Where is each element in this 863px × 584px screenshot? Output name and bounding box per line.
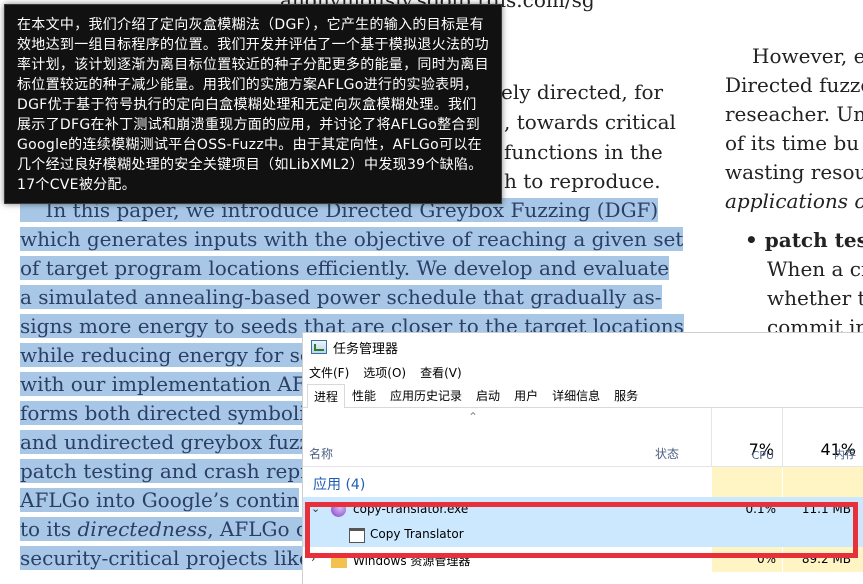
tab-startup[interactable]: 启动 [469,383,507,407]
tab-performance[interactable]: 性能 [345,383,383,407]
menu-view[interactable]: 查看(V) [420,364,462,381]
highlighted-line-9[interactable]: and undirected greybox fuzz [20,430,310,454]
right-line-1: However, ex [752,44,863,68]
tab-app-history[interactable]: 应用历史记录 [383,383,469,407]
tab-processes[interactable]: 进程 [307,384,346,408]
highlighted-line-7[interactable]: with our implementation AF [20,372,306,396]
right-line-2: Directed fuzze [725,73,863,97]
column-memory[interactable]: 41% 内存 [783,408,863,466]
menu-options[interactable]: 选项(O) [363,364,406,381]
highlighted-line-12[interactable]: to its directedness, AFLGo cou [20,517,333,541]
highlighted-line-11[interactable]: AFLGo into Google’s contin [20,488,300,512]
right-line-9: whether th [767,286,863,310]
pdf-line-plain-4: h to reproduce. [504,169,661,193]
highlight-box [305,502,858,558]
translator-popup[interactable]: 在本文中，我们介绍了定向灰盒模糊法（DGF），它产生的输入的目标是有效地达到一组… [4,4,502,204]
title-bar[interactable]: 任务管理器 [303,333,863,361]
task-manager-icon [311,340,327,354]
right-line-3: reseacher. Unl [725,102,863,126]
group-apps[interactable]: 应用 (4) [303,467,863,497]
pdf-line-plain-2: , towards critical [504,110,676,134]
highlighted-line-13[interactable]: security-critical projects like [20,546,311,570]
memory-label: 内存 [834,448,856,461]
sort-up-icon: ⌃ [468,410,479,424]
cpu-label: CPU [751,449,774,462]
highlighted-line-2[interactable]: which generates inputs with the objectiv… [20,227,684,251]
right-line-4: of its time bu [725,131,860,155]
pdf-line-plain-3: functions in the [504,140,663,164]
highlighted-line-6[interactable]: while reducing energy for see [20,343,324,367]
right-line-5: wasting resour [725,160,863,184]
translated-text: 在本文中，我们介绍了定向灰盒模糊法（DGF），它产生的输入的目标是有效地达到一组… [17,17,489,193]
column-header: ⌃ 名称 状态 7% CPU 41% 内存 [303,408,863,467]
menu-file[interactable]: 文件(F) [309,364,349,381]
right-line-7: • patch tes [745,228,863,252]
tab-bar: 进程 性能 应用历史记录 启动 用户 详细信息 服务 [303,383,863,408]
column-name[interactable]: 名称 [309,445,333,462]
right-line-6: applications of [725,189,863,213]
highlighted-line-10[interactable]: patch testing and crash repro [20,459,322,483]
right-line-8: When a cr [767,257,863,281]
menu-bar: 文件(F) 选项(O) 查看(V) [303,361,863,383]
tab-services[interactable]: 服务 [607,383,645,407]
window-title: 任务管理器 [333,341,399,357]
tab-users[interactable]: 用户 [507,383,545,407]
highlighted-line-4[interactable]: a simulated annealing-based power schedu… [20,285,662,309]
column-status[interactable]: 状态 [655,445,679,462]
column-cpu[interactable]: 7% CPU [712,408,782,466]
pdf-line-plain-1: ely directed, for [501,80,664,104]
tab-details[interactable]: 详细信息 [545,383,607,407]
highlighted-line-8[interactable]: forms both directed symboli [20,401,306,425]
group-label: 应用 (4) [313,477,366,493]
highlighted-line-3[interactable]: of target program locations efficiently.… [20,256,670,280]
